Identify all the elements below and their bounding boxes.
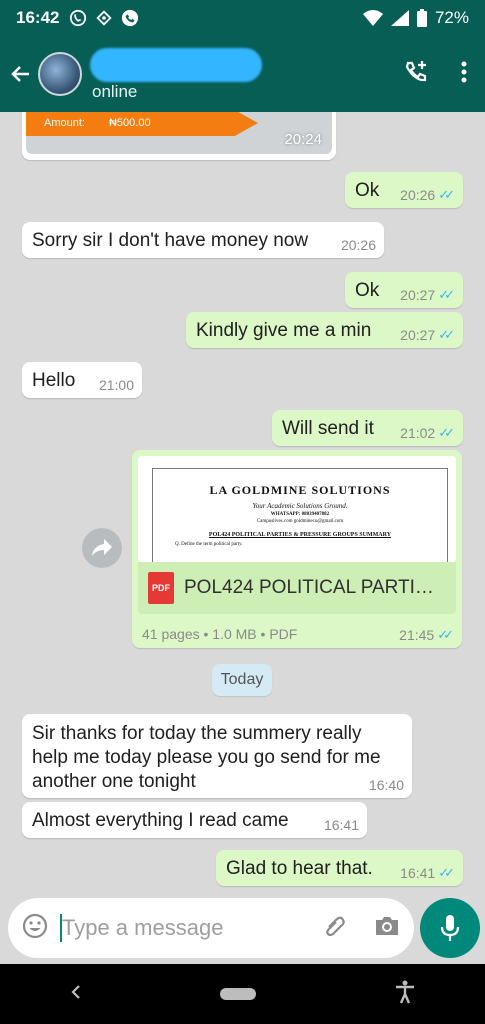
back-button[interactable] xyxy=(6,59,36,89)
whatsapp-icon xyxy=(70,9,87,27)
camera-button[interactable] xyxy=(374,914,400,943)
doc-whatsapp: WHATSAPP: 08039407882 xyxy=(270,512,330,517)
forward-icon xyxy=(92,539,112,556)
message-list[interactable]: Amount: ₦500.00 20:24 Ok 20:26 ✓✓ Sorry s… xyxy=(0,112,485,892)
phone-icon xyxy=(122,9,139,27)
message-text: Ok xyxy=(355,180,380,201)
payment-image-message[interactable]: Amount: ₦500.00 20:24 xyxy=(22,112,336,160)
microphone-icon xyxy=(440,915,460,941)
paperclip-icon xyxy=(326,916,345,936)
battery-percent: 72% xyxy=(434,8,469,27)
document-message[interactable]: LA GOLDMINE SOLUTIONS Your Academic Solu… xyxy=(132,450,462,648)
notification-icons xyxy=(69,9,139,27)
signal-icon xyxy=(390,10,409,26)
message-outgoing[interactable]: Ok 20:26 ✓✓ xyxy=(345,172,463,208)
emoji-button[interactable] xyxy=(22,913,48,944)
attach-button[interactable] xyxy=(322,913,348,944)
chat-header: online xyxy=(0,36,485,112)
battery-icon xyxy=(416,9,427,27)
message-outgoing[interactable]: Will send it 21:02 ✓✓ xyxy=(272,410,463,446)
accessibility-button[interactable] xyxy=(394,980,416,1009)
message-incoming[interactable]: Almost everything I read came 16:41 xyxy=(22,802,367,838)
document-preview[interactable]: LA GOLDMINE SOLUTIONS Your Academic Solu… xyxy=(138,456,456,562)
read-ticks-icon: ✓✓ xyxy=(438,327,455,342)
emoji-icon xyxy=(22,913,48,938)
message-outgoing[interactable]: Glad to hear that. 16:41 ✓✓ xyxy=(216,850,463,886)
message-time: 20:24 xyxy=(284,131,322,148)
read-ticks-icon: ✓✓ xyxy=(437,627,454,642)
contact-status: online xyxy=(92,82,138,101)
message-incoming[interactable]: Hello 21:00 xyxy=(22,362,142,398)
camera-icon xyxy=(376,916,398,935)
system-navigation-bar xyxy=(0,964,485,1024)
document-page: LA GOLDMINE SOLUTIONS Your Academic Solu… xyxy=(152,468,448,562)
message-incoming[interactable]: Sorry sir I don't have money now 20:26 xyxy=(22,222,384,258)
accessibility-icon xyxy=(396,980,415,1003)
pdf-icon: PDF xyxy=(148,572,174,604)
doc-site: Campuslives.com goldmineco@gmail.com xyxy=(256,519,344,524)
doc-header: LA GOLDMINE SOLUTIONS xyxy=(209,483,391,497)
status-bar: 16:42 72% xyxy=(0,0,485,36)
document-name: POL424 POLITICAL PARTIE… xyxy=(184,577,434,598)
message-text-line: another one tonight xyxy=(32,771,196,792)
add-call-button[interactable] xyxy=(403,59,429,90)
more-options-button[interactable] xyxy=(461,61,467,88)
message-text-line: help me today please you go send for me xyxy=(32,747,381,768)
message-text: Will send it xyxy=(282,418,374,439)
message-text: Ok xyxy=(355,280,380,301)
contact-info[interactable]: online xyxy=(90,44,292,104)
document-file-row[interactable]: PDF POL424 POLITICAL PARTIE… xyxy=(138,562,456,614)
message-text: Almost everything I read came xyxy=(32,810,289,831)
wifi-icon xyxy=(362,10,383,26)
message-time: 20:27 xyxy=(400,327,436,343)
status-time: 16:42 xyxy=(16,8,60,27)
contact-avatar[interactable] xyxy=(38,52,82,96)
message-time: 16:40 xyxy=(368,777,404,793)
system-icons: 72% xyxy=(362,8,469,28)
message-time: 21:02 xyxy=(400,425,436,441)
doc-first-line: Q. Define the term political party. xyxy=(175,542,243,547)
message-time: 21:00 xyxy=(98,377,134,393)
message-incoming[interactable]: Sir thanks for today the summery really … xyxy=(22,714,412,798)
message-input[interactable]: Type a message xyxy=(62,915,223,941)
message-time: 20:26 xyxy=(340,237,376,253)
read-ticks-icon: ✓✓ xyxy=(438,425,455,440)
message-time: 20:27 xyxy=(400,287,436,303)
document-info: 41 pages • 1.0 MB • PDF xyxy=(142,626,298,642)
pdf-icon-label: PDF xyxy=(152,583,170,593)
doc-heading: POL424 POLITICAL PARTIES & PRESSURE GROU… xyxy=(208,532,392,538)
date-divider: Today xyxy=(212,664,272,696)
amount-label: Amount: xyxy=(44,117,85,129)
read-ticks-icon: ✓✓ xyxy=(438,865,455,880)
phone-add-icon xyxy=(405,60,427,81)
message-text: Kindly give me a min xyxy=(196,320,372,341)
message-outgoing[interactable]: Kindly give me a min 20:27 ✓✓ xyxy=(186,312,463,348)
amount-strip: Amount: ₦500.00 xyxy=(26,112,258,136)
message-time: 21:45 xyxy=(399,627,435,643)
redacted-contact-name xyxy=(90,48,262,82)
sync-icon xyxy=(96,10,113,26)
more-vert-icon xyxy=(461,61,467,82)
nav-home-button[interactable] xyxy=(220,988,257,1000)
forward-button[interactable] xyxy=(82,528,122,568)
voice-message-button[interactable] xyxy=(420,898,480,958)
message-time: 16:41 xyxy=(323,817,359,833)
arrow-left-icon xyxy=(11,66,29,82)
payment-image: Amount: ₦500.00 20:24 xyxy=(26,112,332,154)
chevron-left-icon xyxy=(71,984,80,999)
message-text: Sorry sir I don't have money now xyxy=(32,230,309,251)
message-time: 20:26 xyxy=(400,187,436,203)
read-ticks-icon: ✓✓ xyxy=(438,287,455,302)
message-text-line: Sir thanks for today the summery really xyxy=(32,723,362,744)
message-composer[interactable]: Type a message xyxy=(8,898,414,958)
amount-value: ₦500.00 xyxy=(108,117,151,129)
nav-back-button[interactable] xyxy=(69,983,83,1006)
message-time: 16:41 xyxy=(400,865,436,881)
doc-tagline: Your Academic Solutions Ground. xyxy=(252,502,348,510)
message-text: Hello xyxy=(32,370,76,391)
message-text: Glad to hear that. xyxy=(226,858,373,879)
read-ticks-icon: ✓✓ xyxy=(438,187,455,202)
message-outgoing[interactable]: Ok 20:27 ✓✓ xyxy=(345,272,463,308)
